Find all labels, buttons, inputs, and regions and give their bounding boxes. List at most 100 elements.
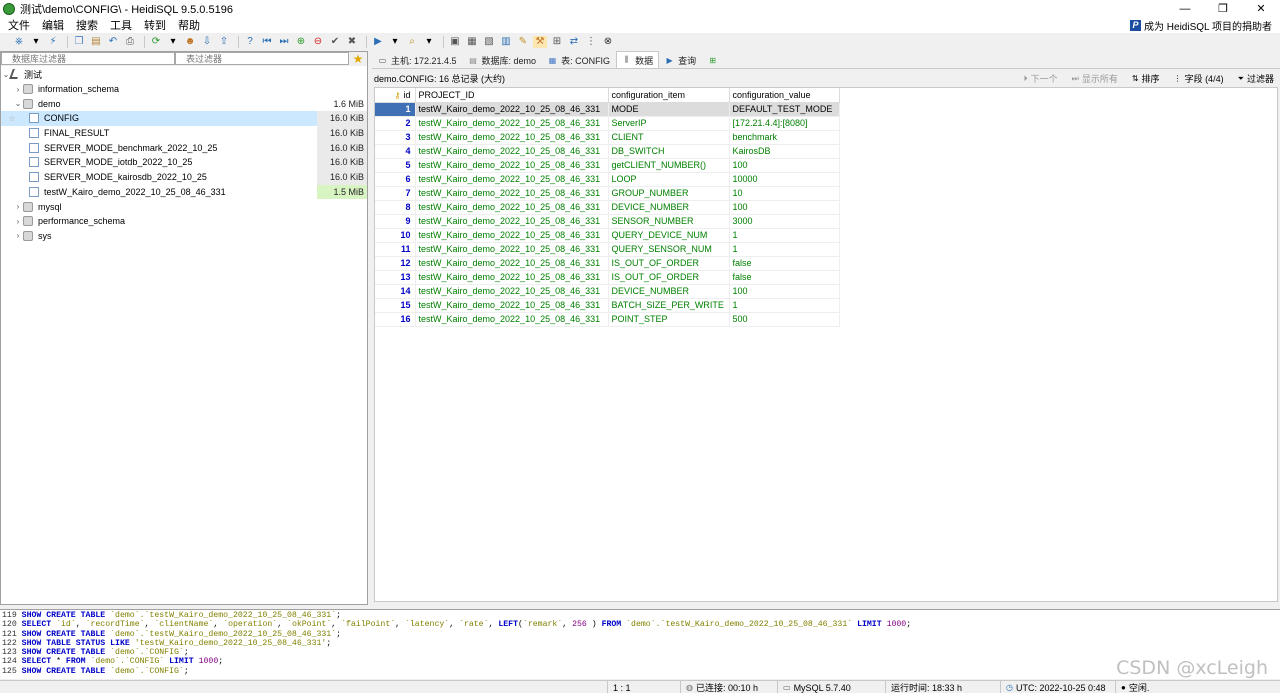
first-icon[interactable]: ⏮ (260, 36, 274, 48)
cell-configuration-item[interactable]: IS_OUT_OF_ORDER (608, 256, 730, 271)
data-grid[interactable]: ⚷ id PROJECT_ID configuration_item config… (374, 87, 1278, 602)
cell-id[interactable]: 15 (375, 298, 416, 313)
table-row[interactable]: 7 testW_Kairo_demo_2022_10_25_08_46_331 GR… (375, 186, 840, 201)
cell-project-id[interactable]: testW_Kairo_demo_2022_10_25_08_46_331 (415, 158, 609, 173)
table-row[interactable]: 2 testW_Kairo_demo_2022_10_25_08_46_331 Se… (375, 116, 840, 131)
cell-id[interactable]: 3 (375, 130, 416, 145)
table-row[interactable]: 5 testW_Kairo_demo_2022_10_25_08_46_331 ge… (375, 158, 840, 173)
run-icon[interactable]: ▶ (371, 36, 385, 48)
table-row[interactable]: 9 testW_Kairo_demo_2022_10_25_08_46_331 SE… (375, 214, 840, 229)
table-row[interactable]: 15 testW_Kairo_demo_2022_10_25_08_46_331 B… (375, 298, 840, 313)
tree-item-testw-kairo[interactable]: testW_Kairo_demo_2022_10_25_08_46_331 1.… (1, 184, 367, 200)
tool-icon[interactable]: ⚒ (533, 35, 547, 48)
cell-project-id[interactable]: testW_Kairo_demo_2022_10_25_08_46_331 (415, 284, 609, 299)
tree-item-mysql[interactable]: › mysql (1, 199, 367, 214)
tab-host[interactable]: ▭ 主机: 172.21.4.5 (372, 51, 463, 68)
cell-configuration-value[interactable]: 1 (729, 228, 840, 243)
maximize-button[interactable]: ❐ (1204, 0, 1242, 17)
table-row[interactable]: 1 testW_Kairo_demo_2022_10_25_08_46_331 MO… (375, 102, 840, 117)
apply-icon[interactable]: ✔ (328, 36, 342, 48)
tree-item-server-mode-kairosdb[interactable]: SERVER_MODE_kairosdb_2022_10_25 16.0 KiB (1, 169, 367, 185)
sort-button[interactable]: ⇅ 排序 (1132, 72, 1160, 85)
tree-item-demo[interactable]: ⌄ demo 1.6 MiB (1, 96, 367, 111)
cell-id[interactable]: 6 (375, 172, 416, 187)
cell-configuration-item[interactable]: DEVICE_NUMBER (608, 284, 730, 299)
menu-help[interactable]: 帮助 (174, 17, 204, 33)
cell-id[interactable]: 8 (375, 200, 416, 215)
sql-icon[interactable]: ▧ (482, 36, 496, 48)
last-icon[interactable]: ⏭ (277, 36, 291, 48)
cell-project-id[interactable]: testW_Kairo_demo_2022_10_25_08_46_331 (415, 298, 609, 313)
cell-project-id[interactable]: testW_Kairo_demo_2022_10_25_08_46_331 (415, 144, 609, 159)
find-icon[interactable]: ⌕ (405, 36, 419, 48)
table-row[interactable]: 13 testW_Kairo_demo_2022_10_25_08_46_331 I… (375, 270, 840, 285)
cell-configuration-item[interactable]: DB_SWITCH (608, 144, 730, 159)
cell-id[interactable]: 7 (375, 186, 416, 201)
cell-configuration-value[interactable]: KairosDB (729, 144, 840, 159)
cell-project-id[interactable]: testW_Kairo_demo_2022_10_25_08_46_331 (415, 172, 609, 187)
database-filter-input[interactable] (1, 52, 175, 65)
column-header-configuration-value[interactable]: configuration_value (729, 88, 840, 103)
cell-project-id[interactable]: testW_Kairo_demo_2022_10_25_08_46_331 (415, 200, 609, 215)
tab-new-query[interactable]: ⊞ (702, 51, 727, 68)
cell-configuration-item[interactable]: CLIENT (608, 130, 730, 145)
cell-id[interactable]: 14 (375, 284, 416, 299)
cell-project-id[interactable]: testW_Kairo_demo_2022_10_25_08_46_331 (415, 312, 609, 327)
import-icon[interactable]: ⇩ (200, 36, 214, 48)
table-row[interactable]: 14 testW_Kairo_demo_2022_10_25_08_46_331 D… (375, 284, 840, 299)
cell-configuration-value[interactable]: 10 (729, 186, 840, 201)
tree-item-sys[interactable]: › sys (1, 229, 367, 244)
table-row[interactable]: 8 testW_Kairo_demo_2022_10_25_08_46_331 DE… (375, 200, 840, 215)
table-row[interactable]: 4 testW_Kairo_demo_2022_10_25_08_46_331 DB… (375, 144, 840, 159)
cell-id[interactable]: 4 (375, 144, 416, 159)
cell-configuration-item[interactable]: GROUP_NUMBER (608, 186, 730, 201)
cell-project-id[interactable]: testW_Kairo_demo_2022_10_25_08_46_331 (415, 214, 609, 229)
menu-tools[interactable]: 工具 (106, 17, 136, 33)
show-all-button[interactable]: ⏭ 显示所有 (1072, 72, 1118, 85)
cell-id[interactable]: 5 (375, 158, 416, 173)
table-row[interactable]: 11 testW_Kairo_demo_2022_10_25_08_46_331 Q… (375, 242, 840, 257)
column-header-configuration-item[interactable]: configuration_item (608, 88, 730, 103)
table-row[interactable]: 3 testW_Kairo_demo_2022_10_25_08_46_331 CL… (375, 130, 840, 145)
menu-search[interactable]: 搜索 (72, 17, 102, 33)
column-header-id[interactable]: ⚷ id (375, 88, 416, 103)
cell-configuration-value[interactable]: DEFAULT_TEST_MODE (729, 102, 840, 117)
copy-icon[interactable]: ❐ (72, 36, 86, 48)
cell-project-id[interactable]: testW_Kairo_demo_2022_10_25_08_46_331 (415, 270, 609, 285)
cell-id[interactable]: 9 (375, 214, 416, 229)
bookmark-icon[interactable]: ▥ (499, 36, 513, 48)
paste-icon[interactable]: ▤ (89, 36, 103, 48)
favorite-star-outline-icon[interactable]: ☆ (7, 114, 17, 123)
cell-id[interactable]: 13 (375, 270, 416, 285)
dropdown-icon[interactable]: ▾ (388, 36, 402, 48)
table-row[interactable]: 12 testW_Kairo_demo_2022_10_25_08_46_331 I… (375, 256, 840, 271)
tree-item-performance-schema[interactable]: › performance_schema (1, 214, 367, 229)
refresh-icon[interactable]: ⟳ (149, 36, 163, 48)
cell-id[interactable]: 10 (375, 228, 416, 243)
disconnect-icon[interactable]: ⚡ (46, 36, 60, 48)
cell-configuration-value[interactable]: 3000 (729, 214, 840, 229)
export-icon[interactable]: ⇧ (217, 36, 231, 48)
cell-configuration-item[interactable]: QUERY_SENSOR_NUM (608, 242, 730, 257)
menu-file[interactable]: 文件 (4, 17, 34, 33)
cell-configuration-item[interactable]: LOOP (608, 172, 730, 187)
next-button[interactable]: ⏵ 下一个 (1024, 72, 1058, 85)
menu-edit[interactable]: 编辑 (38, 17, 68, 33)
tree-item-information-schema[interactable]: › information_schema (1, 82, 367, 97)
help-icon[interactable]: ? (243, 36, 257, 48)
cell-configuration-value[interactable]: benchmark (729, 130, 840, 145)
table-row[interactable]: 6 testW_Kairo_demo_2022_10_25_08_46_331 LO… (375, 172, 840, 187)
cell-id[interactable]: 16 (375, 312, 416, 327)
dropdown-icon[interactable]: ▾ (422, 36, 436, 48)
collapse-arrow-icon[interactable]: ⌄ (13, 99, 23, 108)
cell-project-id[interactable]: testW_Kairo_demo_2022_10_25_08_46_331 (415, 116, 609, 131)
load-icon[interactable]: ▦ (465, 36, 479, 48)
cell-configuration-value[interactable]: 100 (729, 158, 840, 173)
cell-project-id[interactable]: testW_Kairo_demo_2022_10_25_08_46_331 (415, 242, 609, 257)
cell-project-id[interactable]: testW_Kairo_demo_2022_10_25_08_46_331 (415, 130, 609, 145)
cell-id[interactable]: 11 (375, 242, 416, 257)
cell-configuration-item[interactable]: SENSOR_NUMBER (608, 214, 730, 229)
table-row[interactable]: 10 testW_Kairo_demo_2022_10_25_08_46_331 Q… (375, 228, 840, 243)
donate-link[interactable]: P 成为 HeidiSQL 项目的捐助者 (1130, 17, 1272, 33)
sql-log-panel[interactable]: 119 SHOW CREATE TABLE `demo`.`testW_Kair… (0, 609, 1280, 679)
